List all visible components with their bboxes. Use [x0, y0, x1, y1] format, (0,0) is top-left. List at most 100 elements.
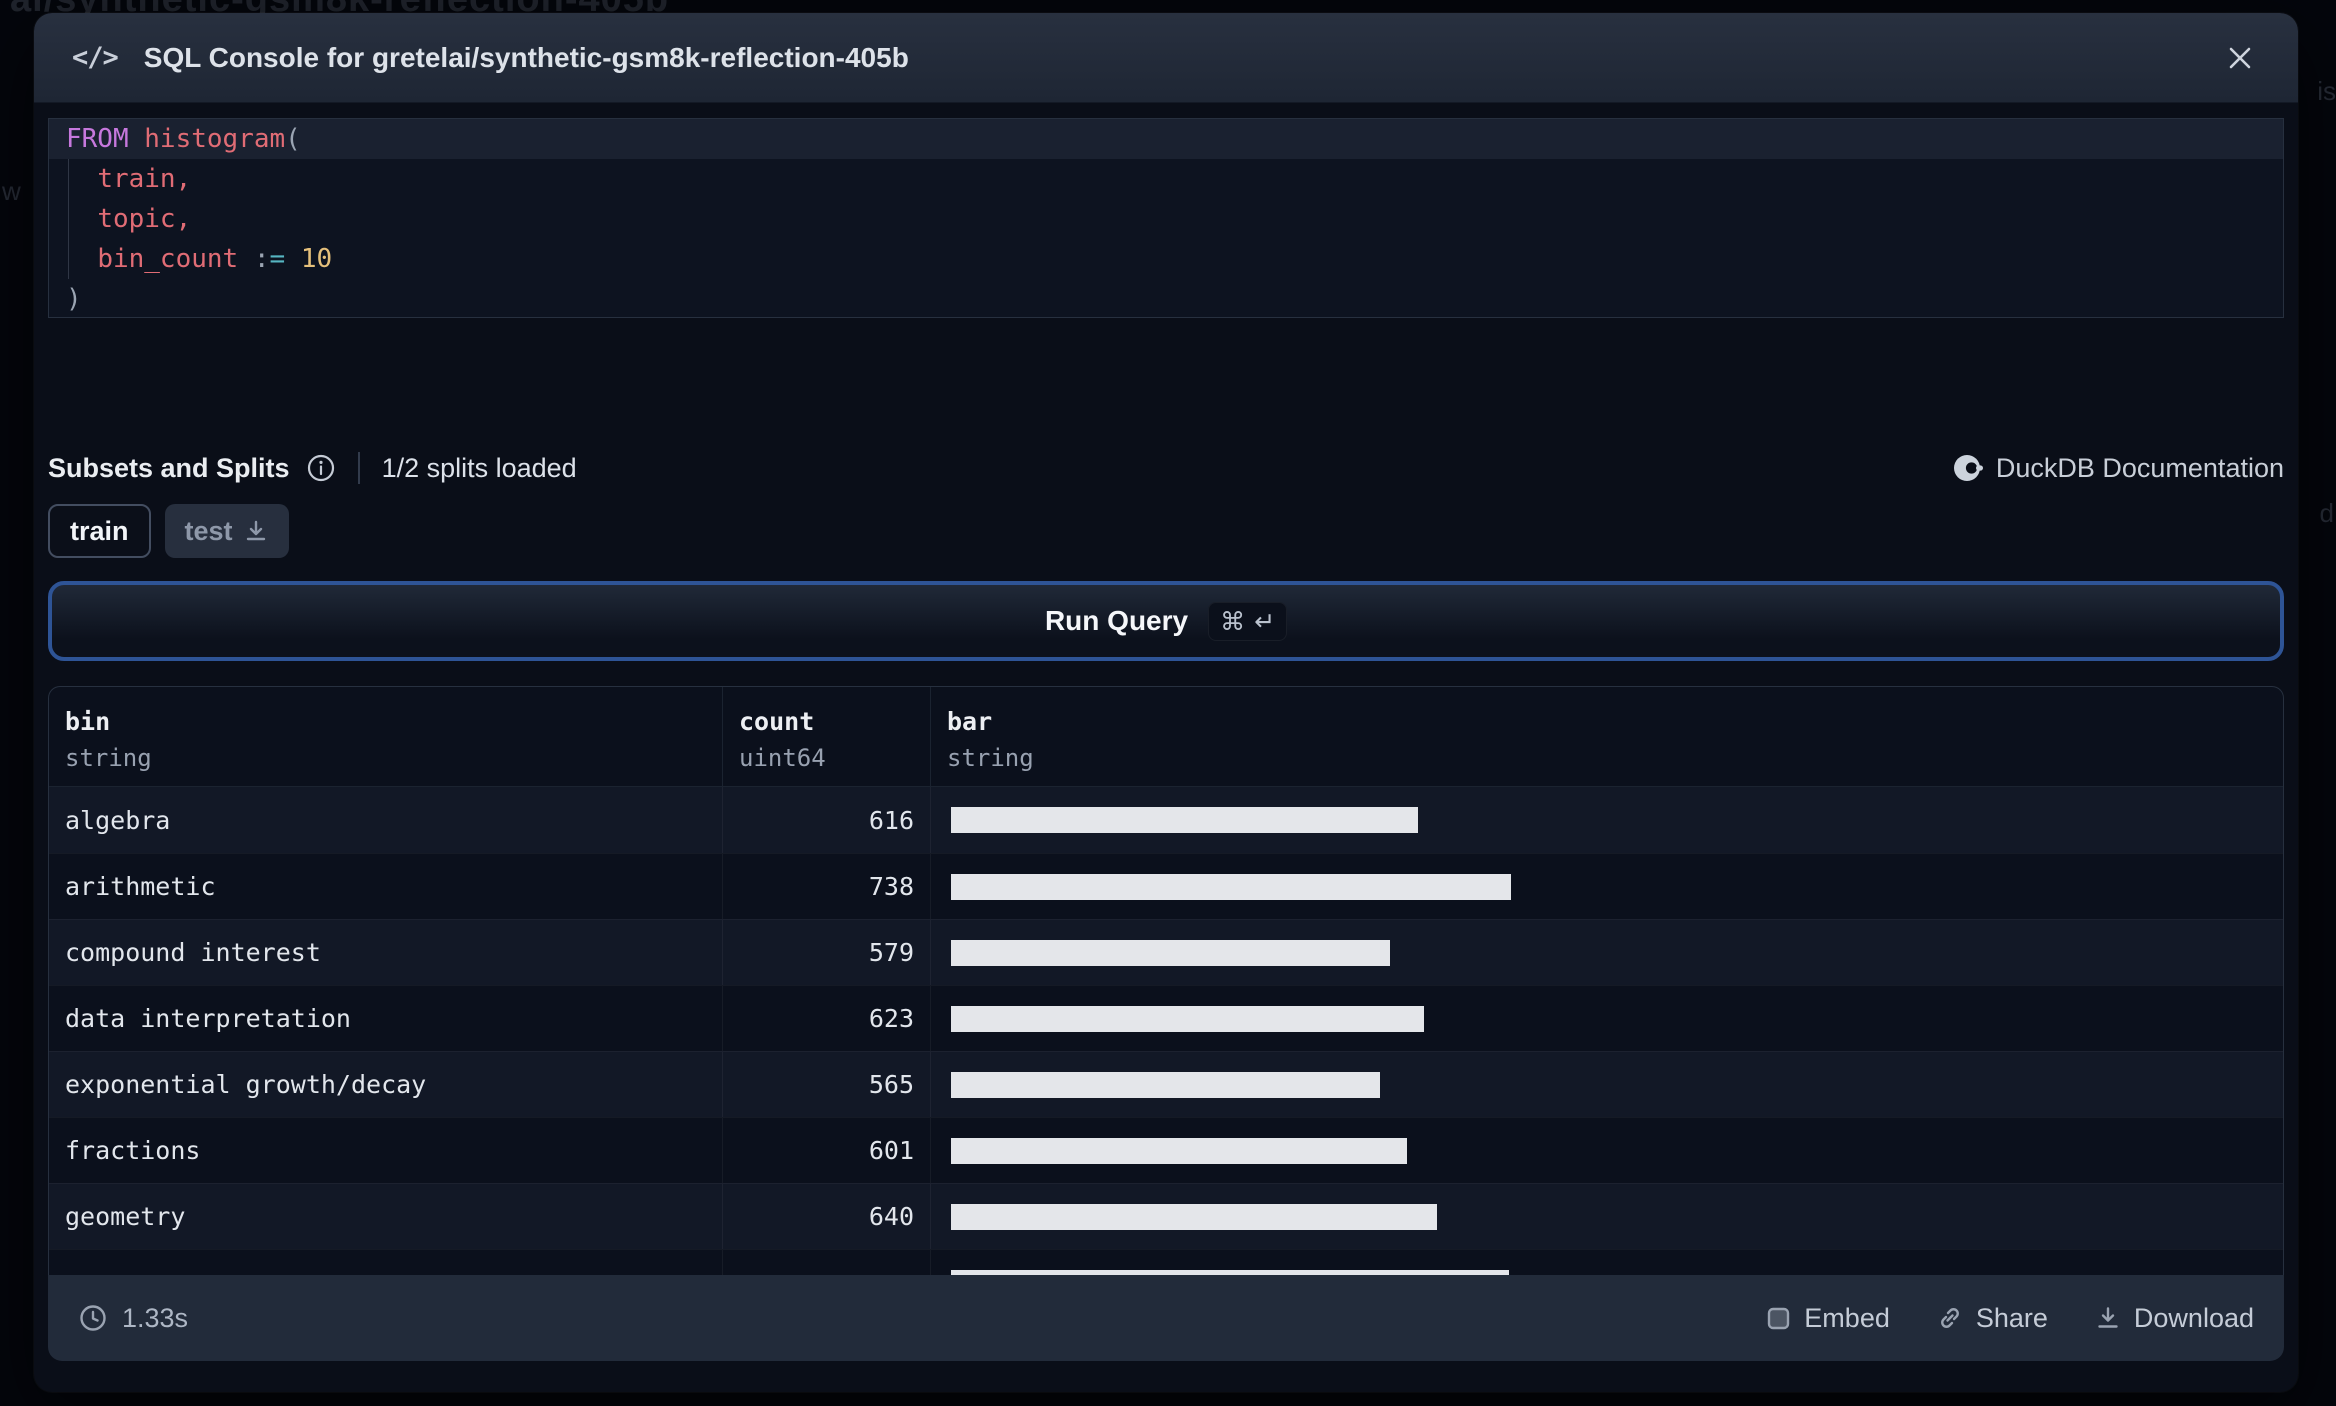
count-column — [722, 1250, 930, 1275]
sql-token: ) — [66, 284, 82, 314]
download-icon — [2098, 1307, 2118, 1328]
close-button[interactable] — [2220, 38, 2260, 78]
sql-token: train — [97, 164, 176, 194]
sql-code: FROM histogram( train, topic, bin_count … — [49, 119, 2283, 317]
run-query-button[interactable]: Run Query ⌘ ↵ — [48, 581, 2284, 661]
query-duration: 1.33s — [78, 1303, 188, 1334]
duckdb-documentation-link[interactable]: DuckDB Documentation — [1952, 452, 2284, 484]
bar-cell — [930, 1184, 2283, 1249]
modal-title: SQL Console for gretelai/synthetic-gsm8k… — [143, 41, 909, 73]
results-table: bin string count uint64 bar string algeb… — [48, 686, 2284, 1275]
embed-button[interactable]: Embed — [1765, 1303, 1890, 1334]
count-cell: 623 — [868, 1004, 914, 1033]
sql-editor[interactable]: FROM histogram( train, topic, bin_count … — [48, 118, 2284, 318]
histogram-bar — [951, 873, 1511, 900]
bin-cell: compound interest — [65, 938, 321, 967]
run-query-label: Run Query — [1044, 605, 1189, 636]
bar-cell — [930, 1052, 2283, 1117]
bin-cell: geometry — [65, 1202, 186, 1231]
code-line[interactable]: bin_count := 10 — [49, 239, 2283, 279]
cmd-key-icon: ⌘ — [1220, 606, 1246, 636]
sql-token: : — [253, 244, 270, 274]
clock-icon — [80, 1305, 106, 1331]
bar-cell — [930, 986, 2283, 1051]
table-row[interactable]: geometry 640 — [49, 1183, 2283, 1249]
column-header-bin[interactable]: bin string — [49, 687, 722, 786]
bin-cell: data interpretation — [65, 1004, 351, 1033]
table-header: bin string count uint64 bar string — [49, 687, 2283, 787]
histogram-bar — [951, 939, 1390, 966]
histogram-bar — [951, 1005, 1424, 1032]
histogram-bar — [951, 1137, 1407, 1164]
count-column: 640 — [722, 1184, 930, 1249]
column-header-count[interactable]: count uint64 — [722, 687, 930, 786]
sql-token: 10 — [300, 244, 333, 274]
tab-train[interactable]: train — [48, 504, 151, 558]
histogram-bar — [951, 1203, 1437, 1230]
table-row[interactable]: fractions 601 — [49, 1117, 2283, 1183]
count-cell: 616 — [868, 805, 914, 835]
count-column: 616 — [722, 787, 930, 853]
bar-cell — [930, 854, 2283, 919]
download-label: Download — [2133, 1302, 2254, 1333]
code-line[interactable]: FROM histogram( — [49, 119, 2283, 159]
count-cell: 565 — [868, 1070, 914, 1099]
download-button[interactable]: Download — [2094, 1303, 2254, 1334]
table-row[interactable] — [49, 1249, 2283, 1275]
background-text-fragment: w — [2, 176, 21, 206]
code-line[interactable]: ) — [49, 279, 2283, 317]
doc-link-label: DuckDB Documentation — [1995, 452, 2284, 483]
table-row[interactable]: data interpretation 623 — [49, 985, 2283, 1051]
column-name: count — [739, 707, 815, 736]
count-column: 579 — [722, 920, 930, 985]
count-column: 738 — [722, 854, 930, 919]
page: ai/synthetic-gsm8k-reflection-405b w is … — [0, 0, 2336, 1406]
indent-guide — [68, 159, 69, 279]
embed-icon — [1768, 1307, 1790, 1329]
table-row[interactable]: exponential growth/decay 565 — [49, 1051, 2283, 1117]
code-line[interactable]: topic, — [49, 199, 2283, 239]
bar-cell — [930, 920, 2283, 985]
count-cell: 640 — [868, 1202, 914, 1231]
count-column: 565 — [722, 1052, 930, 1117]
table-row[interactable]: arithmetic 738 — [49, 853, 2283, 919]
bin-cell: fractions — [65, 1136, 201, 1165]
table-row[interactable]: compound interest 579 — [49, 919, 2283, 985]
bar-cell — [930, 787, 2283, 853]
sql-token: topic — [97, 204, 176, 234]
count-cell: 601 — [868, 1136, 914, 1165]
footer-actions: Embed Share Download — [1765, 1303, 2254, 1334]
splits-row: Subsets and Splits 1/2 splits loaded Duc… — [48, 452, 2284, 484]
close-icon — [2229, 47, 2251, 68]
table-row[interactable]: algebra 616 — [49, 787, 2283, 853]
keyboard-shortcut-badge: ⌘ ↵ — [1208, 601, 1288, 641]
share-label: Share — [1975, 1302, 2048, 1333]
share-button[interactable]: Share — [1936, 1303, 2048, 1334]
divider — [357, 452, 360, 484]
duration-value: 1.33s — [122, 1302, 189, 1333]
sql-token: ( — [285, 124, 301, 154]
background-text-fragment: d — [2319, 498, 2334, 528]
splits-heading: Subsets and Splits — [48, 452, 290, 483]
bin-cell: algebra — [65, 805, 171, 835]
splits-info: Subsets and Splits 1/2 splits loaded — [48, 452, 577, 484]
count-cell: 738 — [868, 872, 914, 901]
sql-console-modal: </> SQL Console for gretelai/synthetic-g… — [34, 13, 2298, 1392]
count-cell: 579 — [868, 938, 914, 967]
histogram-bar — [951, 807, 1418, 833]
info-icon[interactable] — [306, 453, 336, 483]
column-type: string — [947, 744, 1034, 772]
table-body: algebra 616 arithmetic 738 compound interest… — [49, 787, 2283, 1275]
sql-token: = — [269, 244, 286, 274]
column-header-bar[interactable]: bar string — [930, 687, 2283, 786]
sql-token: bin_count — [97, 244, 239, 274]
bar-cell — [930, 1118, 2283, 1183]
bin-cell: arithmetic — [65, 872, 216, 901]
results-footer: 1.33s Embed Share Download — [48, 1275, 2284, 1361]
tab-test[interactable]: test — [164, 504, 289, 558]
background-text-fragment: is — [2317, 76, 2336, 106]
code-line[interactable]: train, — [49, 159, 2283, 199]
